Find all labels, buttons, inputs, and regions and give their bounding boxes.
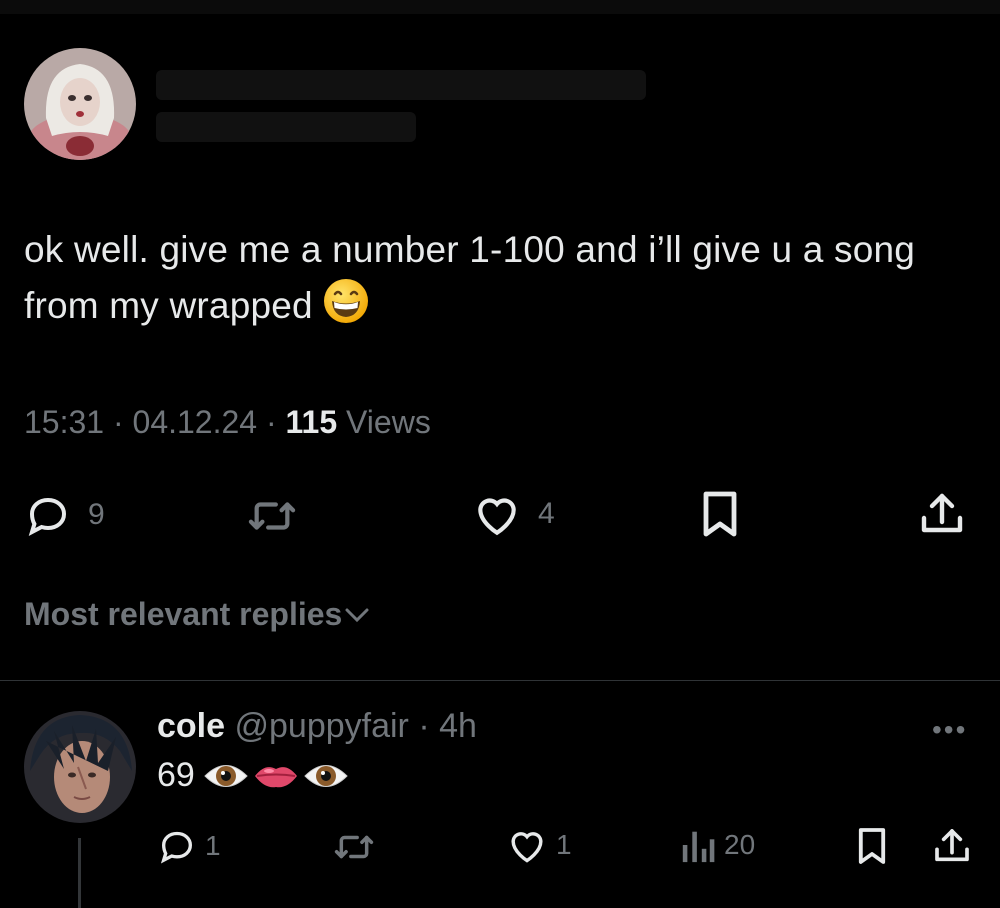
replies-sort-dropdown[interactable]: Most relevant replies: [24, 596, 372, 633]
reply-header: cole @puppyfair · 4h: [157, 707, 477, 745]
author-name-hidden[interactable]: [156, 70, 646, 100]
reply-icon: [160, 831, 193, 864]
like-button[interactable]: 4: [472, 491, 555, 537]
reply-share-button[interactable]: [932, 826, 972, 866]
share-button[interactable]: [918, 490, 966, 538]
eye-emoji: [304, 764, 348, 787]
author-avatar[interactable]: [24, 48, 136, 160]
reply-author-handle[interactable]: @puppyfair: [235, 707, 409, 745]
share-icon: [935, 829, 969, 862]
heart-icon: [478, 498, 516, 536]
replies-sort-label: Most relevant replies: [24, 596, 343, 632]
tweet-text: ok well. give me a number 1-100 and i’ll…: [24, 222, 964, 340]
reply-time[interactable]: 4h: [439, 707, 477, 745]
bookmark-icon: [703, 491, 737, 537]
bookmark-button[interactable]: [700, 490, 740, 538]
grinning-face-emoji: [323, 278, 369, 340]
reply-text: 69: [157, 756, 349, 795]
repost-button[interactable]: [246, 493, 298, 539]
heart-icon: [511, 832, 543, 863]
reply-reply-button[interactable]: 1: [157, 826, 221, 866]
reply-icon: [28, 497, 67, 536]
reply-avatar[interactable]: [24, 711, 136, 823]
reply-button[interactable]: 9: [24, 491, 105, 539]
reply-views-count: 20: [724, 829, 756, 860]
reply-like-button[interactable]: 1: [506, 826, 572, 864]
more-options-icon[interactable]: •••: [932, 714, 967, 746]
tweet-time[interactable]: 15:31: [24, 404, 104, 440]
reply-like-count: 1: [556, 829, 572, 860]
views-label: Views: [346, 404, 431, 440]
divider: [0, 680, 1000, 681]
reply-text-content: 69: [157, 756, 195, 794]
chevron-down-icon: [345, 608, 369, 622]
thread-line: [78, 838, 81, 908]
bookmark-icon: [858, 828, 886, 864]
views-icon: [682, 831, 715, 863]
tweet-date[interactable]: 04.12.24: [133, 404, 258, 440]
share-icon: [921, 493, 963, 533]
reply-views-button[interactable]: 20: [680, 826, 755, 864]
tweet-text-content: ok well. give me a number 1-100 and i’ll…: [24, 229, 916, 326]
reply-author-name[interactable]: cole: [157, 707, 225, 745]
like-count: 4: [538, 497, 555, 530]
repost-icon: [248, 502, 296, 530]
author-handle-hidden[interactable]: [156, 112, 416, 142]
reply-count: 9: [88, 498, 105, 531]
top-bar: [0, 0, 1000, 14]
reply-repost-button[interactable]: [332, 828, 376, 866]
reply-bookmark-button[interactable]: [856, 826, 888, 866]
tweet-meta: 15:31 · 04.12.24 · 115 Views: [24, 404, 431, 440]
repost-icon: [334, 835, 374, 859]
views-count: 115: [285, 404, 338, 440]
eye-emoji: [204, 764, 248, 787]
reply-reply-count: 1: [205, 830, 221, 861]
lips-emoji: [254, 766, 297, 787]
